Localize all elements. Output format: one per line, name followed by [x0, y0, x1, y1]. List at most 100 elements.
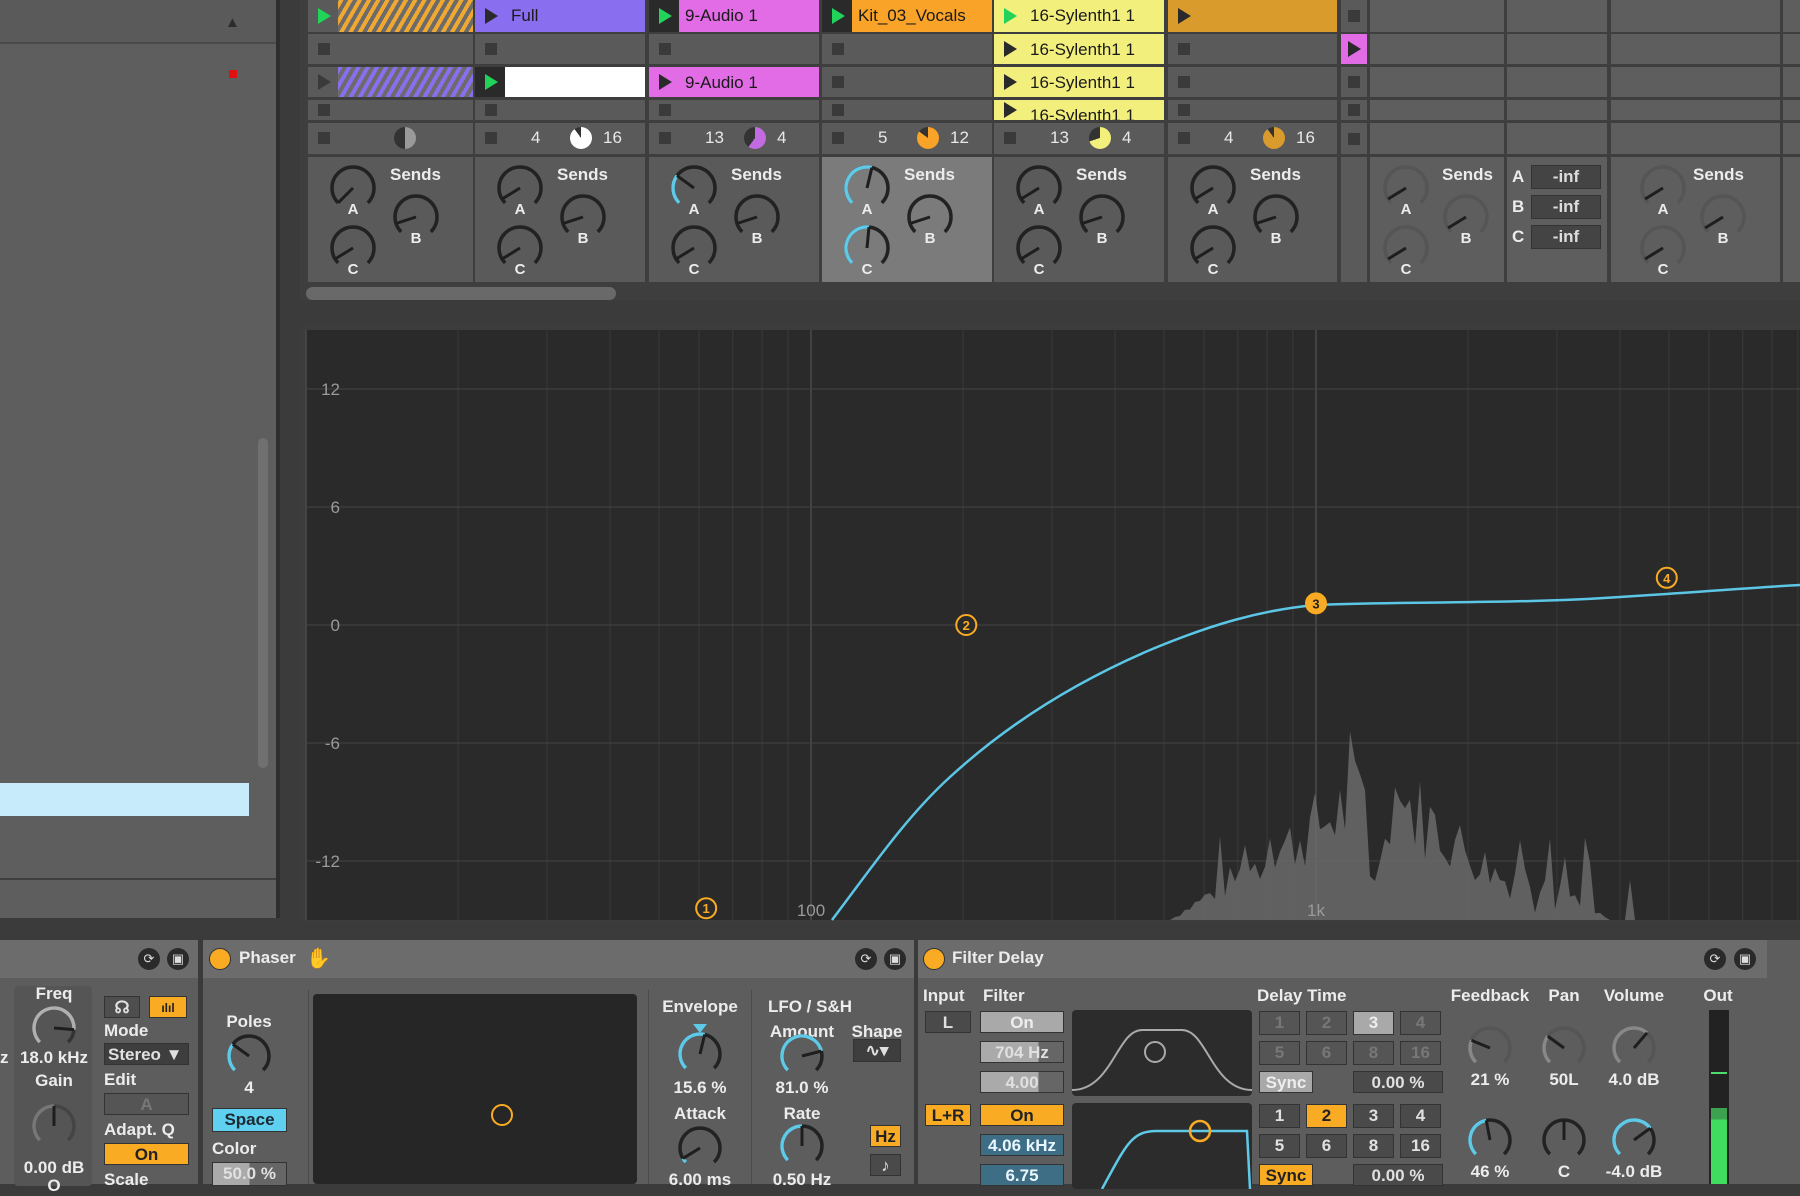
- save-preset-icon[interactable]: ▣: [1734, 948, 1756, 970]
- play-icon[interactable]: [1178, 8, 1191, 24]
- clip-slot[interactable]: [1341, 0, 1367, 32]
- clip[interactable]: 16-Sylenth1 1: [1024, 34, 1164, 64]
- device-on-toggle[interactable]: [209, 948, 231, 970]
- clip-slot[interactable]: [308, 34, 473, 64]
- hot-swap-icon[interactable]: ⟳: [138, 948, 160, 970]
- space-button[interactable]: Space: [212, 1108, 287, 1132]
- delay-division-button[interactable]: 8: [1353, 1041, 1394, 1065]
- filter1-on-toggle[interactable]: On: [980, 1011, 1064, 1033]
- selected-item[interactable]: [0, 783, 249, 816]
- stop-button-icon[interactable]: [1348, 104, 1360, 116]
- stop-button-icon[interactable]: [485, 43, 497, 55]
- play-icon[interactable]: [1004, 102, 1017, 118]
- clip-slot[interactable]: [1341, 100, 1367, 120]
- clip-slot[interactable]: [1341, 34, 1367, 64]
- playing-icon[interactable]: [1004, 8, 1017, 24]
- sync2-toggle[interactable]: Sync: [1259, 1164, 1313, 1186]
- scrollbar[interactable]: [258, 438, 268, 768]
- stop-button-icon[interactable]: [832, 76, 844, 88]
- delay-division-button[interactable]: 1: [1259, 1011, 1300, 1035]
- clip-slot[interactable]: 16-Sylenth1 1: [994, 67, 1164, 97]
- edit-a-button[interactable]: A: [104, 1093, 189, 1115]
- delay-division-button[interactable]: 5: [1259, 1134, 1300, 1158]
- stop-button-icon[interactable]: [1178, 76, 1190, 88]
- clip-slot[interactable]: [822, 67, 992, 97]
- delay-division-button[interactable]: 16: [1400, 1041, 1441, 1065]
- stop-all-icon[interactable]: [659, 132, 671, 144]
- play-icon[interactable]: [1348, 41, 1361, 57]
- eq-band-handle[interactable]: 2: [955, 614, 978, 636]
- clip[interactable]: 16-Sylenth1 1: [1024, 0, 1164, 32]
- stop-all-icon[interactable]: [832, 132, 844, 144]
- clip-slot[interactable]: [475, 67, 645, 97]
- play-icon[interactable]: [1004, 74, 1017, 90]
- color-slider[interactable]: 50.0 %: [212, 1162, 287, 1186]
- clip-slot[interactable]: [649, 34, 819, 64]
- clip-slot[interactable]: [308, 100, 473, 120]
- clip[interactable]: Full: [505, 0, 645, 32]
- gain-knob[interactable]: [30, 1102, 78, 1155]
- clip-slot[interactable]: [1168, 34, 1337, 64]
- clip-slot[interactable]: Full: [475, 0, 645, 32]
- offset1-field[interactable]: 0.00 %: [1353, 1071, 1443, 1093]
- input-l-button[interactable]: L: [925, 1011, 971, 1033]
- adapt-q-toggle[interactable]: On: [104, 1143, 189, 1165]
- playing-icon[interactable]: [832, 8, 845, 24]
- stop-button-icon[interactable]: [1178, 43, 1190, 55]
- filter1-q[interactable]: 4.00: [980, 1071, 1064, 1093]
- scroll-up-button[interactable]: ▲: [225, 14, 240, 31]
- clip-slot[interactable]: [475, 34, 645, 64]
- stop-button-icon[interactable]: [485, 104, 497, 116]
- play-icon[interactable]: [318, 74, 331, 90]
- clip[interactable]: [336, 0, 473, 32]
- eq-band-handle[interactable]: 4: [1655, 566, 1678, 589]
- delay-division-button[interactable]: 6: [1306, 1134, 1347, 1158]
- delay-division-button[interactable]: 6: [1306, 1041, 1347, 1065]
- stop-button-icon[interactable]: [1348, 76, 1360, 88]
- hot-swap-icon[interactable]: ⟳: [1704, 948, 1726, 970]
- session-scrollbar[interactable]: [306, 287, 616, 300]
- clip-slot[interactable]: [1341, 67, 1367, 97]
- hz-mode-button[interactable]: Hz: [870, 1125, 901, 1147]
- delay-division-button[interactable]: 4: [1400, 1011, 1441, 1035]
- stop-button-icon[interactable]: [659, 43, 671, 55]
- envelope-knob[interactable]: [676, 1030, 724, 1083]
- save-preset-icon[interactable]: ▣: [884, 948, 906, 970]
- clip-slot[interactable]: 9-Audio 1: [649, 67, 819, 97]
- filter2-q[interactable]: 6.75: [980, 1164, 1064, 1186]
- clip-slot[interactable]: 9-Audio 1: [649, 0, 819, 32]
- stop-all-icon[interactable]: [1178, 132, 1190, 144]
- clip-slot[interactable]: [475, 100, 645, 120]
- shape-dropdown[interactable]: ∿▾: [853, 1039, 901, 1062]
- clip-slot[interactable]: [649, 100, 819, 120]
- clip-slot[interactable]: 16-Sylenth1 1: [994, 34, 1164, 64]
- eq-band-handle[interactable]: 3: [1305, 592, 1327, 615]
- save-preset-icon[interactable]: ▣: [167, 948, 189, 970]
- sync1-toggle[interactable]: Sync: [1259, 1071, 1313, 1093]
- clip[interactable]: 9-Audio 1: [679, 0, 819, 32]
- stop-button-icon[interactable]: [832, 104, 844, 116]
- rate-knob[interactable]: [778, 1122, 826, 1175]
- delay-division-button[interactable]: 3: [1353, 1011, 1394, 1035]
- send-a-value[interactable]: -inf: [1531, 165, 1601, 189]
- audition-button[interactable]: ☊: [104, 996, 140, 1018]
- playing-icon[interactable]: [318, 8, 331, 24]
- filter2-on-toggle[interactable]: On: [980, 1104, 1064, 1126]
- clip-slot[interactable]: [1341, 123, 1367, 154]
- clip[interactable]: 16-Sylenth1 1: [1024, 100, 1164, 120]
- sync-mode-button[interactable]: ♪: [870, 1154, 901, 1176]
- play-icon[interactable]: [659, 74, 672, 90]
- clip-slot[interactable]: [822, 100, 992, 120]
- stop-button-icon[interactable]: [659, 104, 671, 116]
- delay-division-button[interactable]: 2: [1306, 1011, 1347, 1035]
- input-lr-button[interactable]: L+R: [925, 1104, 971, 1126]
- xy-pad-handle[interactable]: [491, 1104, 513, 1126]
- playing-icon[interactable]: [659, 8, 672, 24]
- stop-button-icon[interactable]: [318, 104, 330, 116]
- clip[interactable]: 9-Audio 1: [679, 67, 819, 97]
- play-icon[interactable]: [485, 8, 498, 24]
- spectrum-button[interactable]: ılıl: [149, 996, 187, 1018]
- clip[interactable]: 16-Sylenth1 1: [1024, 67, 1164, 97]
- send-b-value[interactable]: -inf: [1531, 195, 1601, 219]
- eq-band-handle[interactable]: 1: [695, 897, 718, 920]
